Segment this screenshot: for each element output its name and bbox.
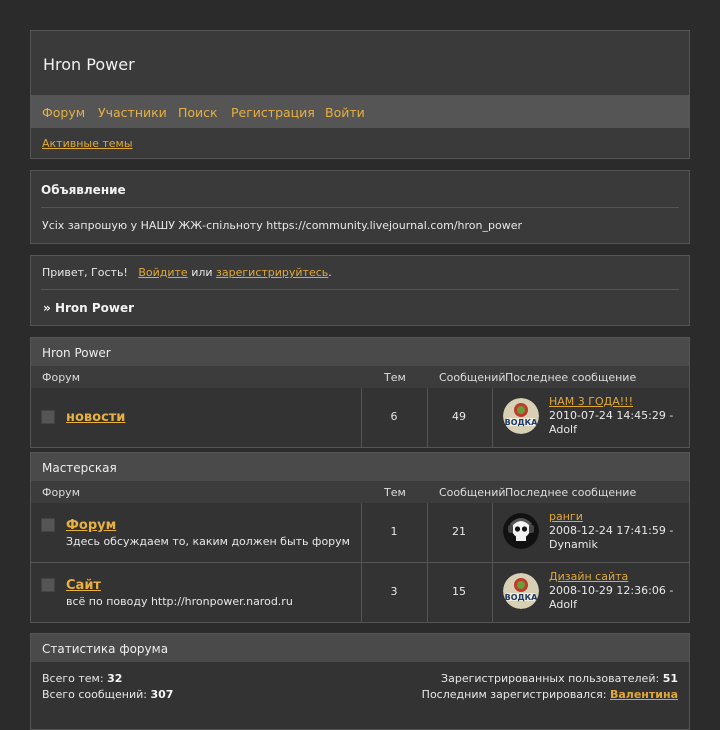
site-title: Hron Power [43,55,135,74]
category-caption: Мастерская [31,453,689,481]
forum-row: Форум Здесь обсуждаем то, каким должен б… [31,503,689,563]
last-post-author: Dynamik [549,538,598,551]
forum-name-link[interactable]: Форум [66,518,116,533]
total-posts-value: 307 [150,688,174,701]
total-posts: Всего сообщений: 307 [42,688,173,701]
svg-text:ВОДКА: ВОДКА [505,593,539,602]
nav-search[interactable]: Поиск [178,105,218,120]
announcement-heading: Объявление [41,183,126,197]
posts-count: 21 [452,525,466,538]
cell-divider [361,563,362,622]
cell-divider [492,388,493,447]
newest-member-link[interactable]: Валентина [610,688,678,701]
nav-forum[interactable]: Форум [42,105,85,120]
forum-row: новости 6 49 ВОДКА НАМ 3 ГОДА!!! 2010-07… [31,388,689,448]
forum-row: Сайт всё по поводу http://hronpower.naro… [31,563,689,623]
last-post-date: 2008-12-24 17:41:59 - [549,524,674,537]
divider [41,289,679,290]
posts-count: 49 [452,410,466,423]
svg-text:ВОДКА: ВОДКА [505,418,539,427]
announcement-text: Усіх запрошую у НАШУ ЖЖ-спільноту https:… [42,219,522,232]
topics-count: 1 [390,525,398,538]
last-post: НАМ 3 ГОДА!!! 2010-07-24 14:45:29 - Adol… [549,395,689,437]
total-posts-label: Всего сообщений: [42,688,147,701]
col-last-post: Последнее сообщение [505,371,637,384]
site-header: Hron Power Форум Участники Поиск Регистр… [30,30,690,159]
stats-heading: Статистика форума [42,642,169,656]
col-forum: Форум [42,486,80,499]
category-title: Hron Power [42,346,111,360]
last-post-date: 2008-10-29 12:36:06 - [549,584,674,597]
breadcrumb-current: Hron Power [54,301,135,315]
forum-status-icon [41,410,55,424]
forum-status-icon [41,518,55,532]
cell-divider [492,503,493,562]
registered-users-label: Зарегистрированных пользователей: [441,672,660,685]
forum-description: всё по поводу http://hronpower.narod.ru [66,595,293,608]
nav-register[interactable]: Регистрация [231,105,315,120]
last-post-date: 2010-07-24 14:45:29 - [549,409,674,422]
last-post-author: Adolf [549,423,577,436]
newest-member: Последним зарегистрировался: Валентина [422,688,678,701]
cell-divider [427,503,428,562]
cell-divider [361,503,362,562]
category-title: Мастерская [42,461,117,475]
main-nav: Форум Участники Поиск Регистрация Войти [31,95,689,128]
last-post: ранги 2008-12-24 17:41:59 - Dynamik [549,510,689,552]
registered-users: Зарегистрированных пользователей: 51 [441,672,678,685]
vodka-icon: ВОДКА [503,573,539,609]
welcome-line: Привет, Гость! Войдите или зарегистрируй… [42,266,332,279]
col-last-post: Последнее сообщение [505,486,637,499]
topics-count: 6 [390,410,398,423]
skull-icon [503,513,539,549]
nav-members[interactable]: Участники [98,105,167,120]
category-caption: Hron Power [31,338,689,366]
stats-caption: Статистика форума [31,634,689,662]
forum-status-icon [41,578,55,592]
breadcrumb-separator: » [43,301,51,315]
last-post-link[interactable]: Дизайн сайта [549,570,628,583]
category-hron-power: Hron Power Форум Тем Сообщений Последнее… [30,337,690,448]
register-link[interactable]: зарегистрируйтесь [216,266,328,279]
forum-description: Здесь обсуждаем то, каким должен быть фо… [66,535,350,548]
col-forum: Форум [42,371,80,384]
cell-divider [427,388,428,447]
cell-divider [427,563,428,622]
col-topics: Тем [384,371,406,384]
period: . [328,266,332,279]
registered-users-value: 51 [662,672,678,685]
table-header: Форум Тем Сообщений Последнее сообщение [31,366,689,389]
col-posts: Сообщений [439,486,506,499]
last-post-link[interactable]: ранги [549,510,583,523]
vodka-icon: ВОДКА [503,398,539,434]
announcement: Объявление Усіх запрошую у НАШУ ЖЖ-спіль… [30,170,690,244]
last-post-link[interactable]: НАМ 3 ГОДА!!! [549,395,633,408]
newest-member-label: Последним зарегистрировался: [421,688,607,701]
cell-divider [361,388,362,447]
col-posts: Сообщений [439,371,506,384]
greeting: Привет, Гость! [42,266,128,279]
welcome-box: Привет, Гость! Войдите или зарегистрируй… [30,255,690,326]
last-post: Дизайн сайта 2008-10-29 12:36:06 - Adolf [549,570,689,612]
divider [41,207,679,208]
category-workshop: Мастерская Форум Тем Сообщений Последнее… [30,452,690,623]
active-topics-link[interactable]: Активные темы [42,137,133,150]
forum-name-link[interactable]: Сайт [66,578,101,593]
posts-count: 15 [452,585,466,598]
total-topics-value: 32 [107,672,123,685]
topics-count: 3 [390,585,398,598]
last-post-author: Adolf [549,598,577,611]
or-text: или [191,266,213,279]
forum-name-link[interactable]: новости [66,410,125,425]
cell-divider [492,563,493,622]
col-topics: Тем [384,486,406,499]
breadcrumb: » Hron Power [43,301,134,315]
table-header: Форум Тем Сообщений Последнее сообщение [31,481,689,504]
total-topics: Всего тем: 32 [42,672,122,685]
total-topics-label: Всего тем: [42,672,104,685]
login-link[interactable]: Войдите [138,266,187,279]
forum-stats: Статистика форума Всего тем: 32 Всего со… [30,633,690,730]
nav-login[interactable]: Войти [325,105,365,120]
